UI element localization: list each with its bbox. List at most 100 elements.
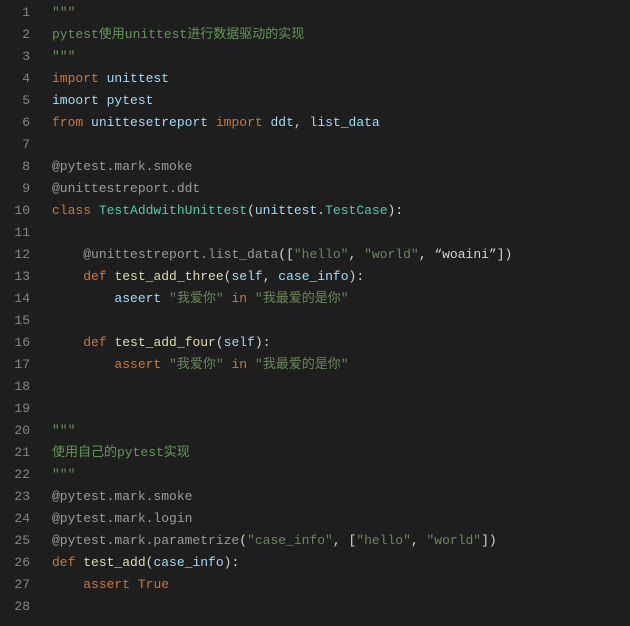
code-line[interactable]: assert True [52,574,630,596]
code-token [247,357,255,372]
line-number: 2 [0,24,30,46]
code-line[interactable]: def test_add_four(self): [52,332,630,354]
code-token: test_add_four [114,335,215,350]
code-token: case_info [153,555,223,570]
code-line[interactable]: def test_add_three(self, case_info): [52,266,630,288]
code-token: ): [349,269,365,284]
code-token: """ [52,5,75,20]
code-token [99,71,107,86]
code-token: True [138,577,169,592]
code-token: "case_info" [247,533,333,548]
line-number: 13 [0,266,30,288]
code-token: 使用自己的pytest实现 [52,445,190,460]
code-line[interactable]: @pytest.mark.smoke [52,486,630,508]
code-token: "world" [364,247,419,262]
line-number: 4 [0,68,30,90]
code-token [208,115,216,130]
code-token: TestCase [325,203,387,218]
code-token: ]) [481,533,497,548]
code-token: self [231,269,262,284]
code-token: unittest [107,71,169,86]
code-token: @pytest.mark.smoke [52,489,192,504]
code-token: pytest使用unittest进行数据驱动的实现 [52,27,304,42]
code-line[interactable]: """ [52,464,630,486]
code-token [91,203,99,218]
code-token: ([ [278,247,294,262]
code-line[interactable] [52,398,630,420]
code-token: ( [216,335,224,350]
code-token: assert [114,357,161,372]
code-line[interactable]: """ [52,2,630,24]
code-token [130,577,138,592]
line-number: 24 [0,508,30,530]
line-number: 21 [0,442,30,464]
code-line[interactable]: import unittest [52,68,630,90]
code-token: . [317,203,325,218]
code-token [52,269,83,284]
code-token: self [224,335,255,350]
code-token: from [52,115,83,130]
code-editor[interactable]: 1234567891011121314151617181920212223242… [0,0,630,626]
code-line[interactable]: @pytest.mark.smoke [52,156,630,178]
code-token [247,291,255,306]
code-line[interactable]: @unittestreport.list_data(["hello", "wor… [52,244,630,266]
code-token: in [231,357,247,372]
line-number: 12 [0,244,30,266]
line-number: 16 [0,332,30,354]
code-line[interactable]: 使用自己的pytest实现 [52,442,630,464]
code-line[interactable] [52,310,630,332]
code-line[interactable] [52,222,630,244]
code-line[interactable]: assert "我爱你" in "我最爱的是你" [52,354,630,376]
code-line[interactable]: from unittesetreport import ddt, list_da… [52,112,630,134]
code-token: ]) [497,247,513,262]
code-token: ( [239,533,247,548]
code-token: "我最爱的是你" [255,357,349,372]
code-line[interactable]: class TestAddwithUnittest(unittest.TestC… [52,200,630,222]
code-line[interactable] [52,134,630,156]
line-number: 10 [0,200,30,222]
code-line[interactable]: def test_add(case_info): [52,552,630,574]
line-number: 1 [0,2,30,24]
code-line[interactable] [52,376,630,398]
code-token: in [231,291,247,306]
code-token: @pytest.mark.login [52,511,192,526]
line-number: 8 [0,156,30,178]
code-line[interactable]: """ [52,420,630,442]
code-line[interactable]: aseert "我爱你" in "我最爱的是你" [52,288,630,310]
code-token: "我爱你" [169,291,224,306]
code-token: import [216,115,263,130]
line-number: 19 [0,398,30,420]
code-token: "hello" [294,247,349,262]
line-number-gutter: 1234567891011121314151617181920212223242… [0,2,40,626]
line-number: 6 [0,112,30,134]
code-token [52,357,114,372]
code-token: "我最爱的是你" [255,291,349,306]
code-token: "hello" [356,533,411,548]
code-token: , [294,115,310,130]
code-token: , [411,533,427,548]
code-line[interactable] [52,596,630,618]
code-area[interactable]: """ pytest使用unittest进行数据驱动的实现 """ import un… [40,2,630,626]
code-token [99,93,107,108]
code-token: def [83,335,106,350]
code-token: test_add_three [114,269,223,284]
code-token: , [ [333,533,356,548]
code-token: """ [52,49,75,64]
code-line[interactable]: @pytest.mark.login [52,508,630,530]
line-number: 11 [0,222,30,244]
line-number: 22 [0,464,30,486]
code-token: class [52,203,91,218]
code-token [263,115,271,130]
code-line[interactable]: pytest使用unittest进行数据驱动的实现 [52,24,630,46]
code-line[interactable]: imoort pytest [52,90,630,112]
code-token [83,115,91,130]
code-line[interactable]: @unittestreport.ddt [52,178,630,200]
code-token: TestAddwithUnittest [99,203,247,218]
code-line[interactable]: @pytest.mark.parametrize("case_info", ["… [52,530,630,552]
code-token: @pytest.mark.smoke [52,159,192,174]
line-number: 9 [0,178,30,200]
code-token [161,291,169,306]
line-number: 5 [0,90,30,112]
code-token: , [263,269,279,284]
code-line[interactable]: """ [52,46,630,68]
